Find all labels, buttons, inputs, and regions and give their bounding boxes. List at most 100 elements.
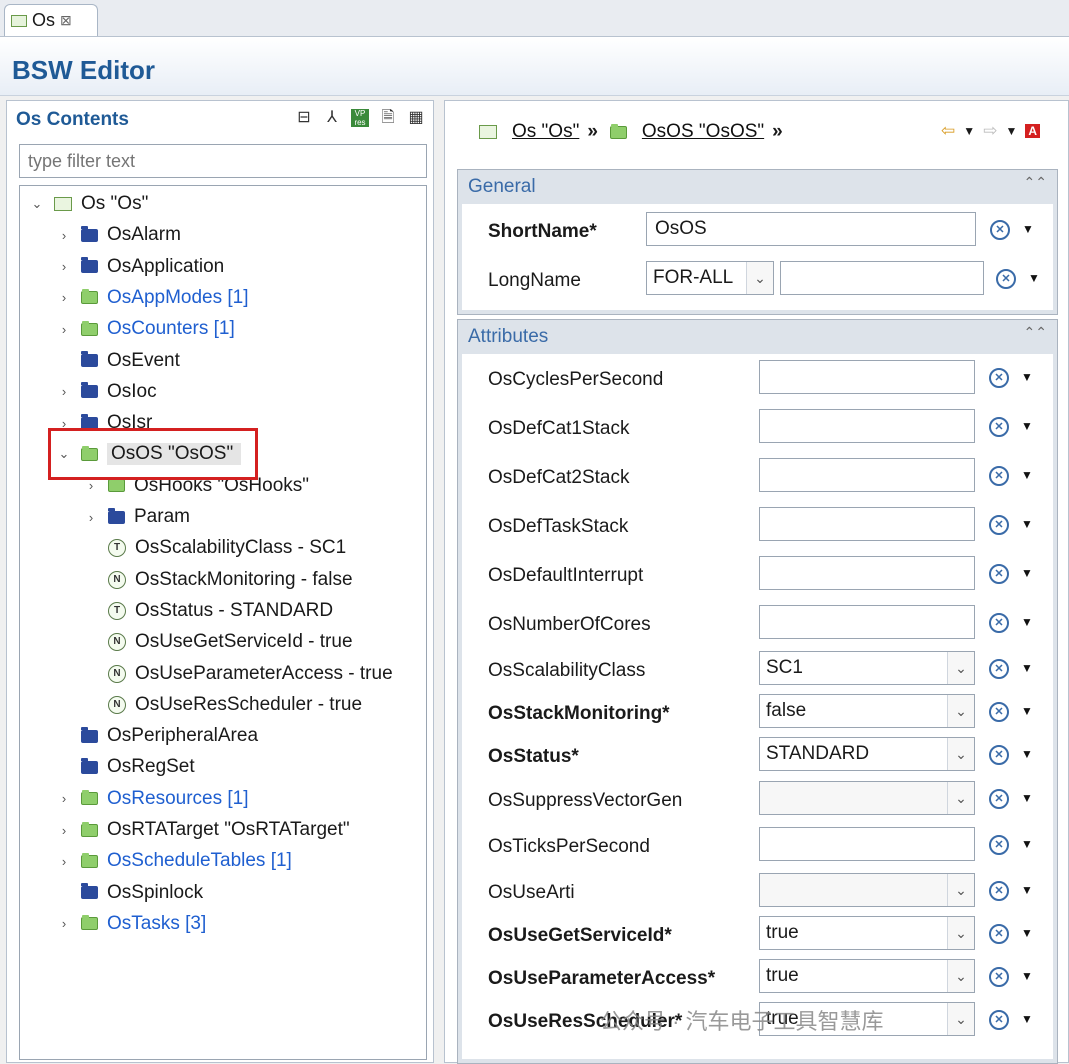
chevron-down-icon[interactable]: ⌄ — [947, 917, 974, 949]
reset-icon[interactable]: ✕ — [989, 515, 1009, 535]
reset-icon[interactable]: ✕ — [989, 564, 1009, 584]
chevron-down-icon[interactable]: ▼ — [1021, 566, 1033, 580]
chevron-down-icon[interactable]: ▼ — [1021, 883, 1033, 897]
attribute-select[interactable]: true ⌄ — [759, 916, 975, 950]
reset-icon[interactable]: ✕ — [989, 924, 1009, 944]
pdf-icon[interactable]: A — [1025, 124, 1040, 138]
chevron-down-icon[interactable]: ▼ — [1021, 370, 1033, 384]
tree-item[interactable]: › OsTasks [3] — [57, 910, 206, 938]
chevron-down-icon[interactable]: ▼ — [963, 124, 975, 138]
tree-item[interactable]: › OsAlarm — [57, 221, 181, 249]
tree-item[interactable]: T OsScalabilityClass - SC1 — [84, 534, 346, 562]
longname-language-select[interactable]: FOR-ALL ⌄ — [646, 261, 774, 295]
longname-field[interactable] — [780, 261, 984, 295]
chevron-down-icon[interactable]: ⌄ — [746, 262, 773, 294]
reset-icon[interactable]: ✕ — [989, 881, 1009, 901]
chevron-down-icon[interactable]: ▼ — [1021, 468, 1033, 482]
chevron-down-icon[interactable]: ⌄ — [947, 652, 974, 684]
tree-item[interactable]: N OsUseGetServiceId - true — [84, 628, 353, 656]
reset-icon[interactable]: ✕ — [990, 220, 1010, 240]
reset-icon[interactable]: ✕ — [989, 466, 1009, 486]
attribute-select[interactable]: false ⌄ — [759, 694, 975, 728]
chevron-right-icon[interactable]: › — [57, 791, 71, 806]
breadcrumb-os[interactable]: Os "Os" — [512, 121, 579, 143]
chevron-right-icon[interactable]: › — [57, 823, 71, 838]
tree-item[interactable]: › OsResources [1] — [57, 785, 249, 813]
link-icon[interactable]: ⅄ — [323, 109, 341, 127]
tree-item[interactable]: › Param — [84, 503, 190, 531]
tree-item[interactable]: › OsCounters [1] — [57, 315, 235, 343]
chevron-down-icon[interactable]: ▼ — [1021, 419, 1033, 433]
attribute-text-field[interactable] — [759, 409, 975, 443]
forward-icon[interactable]: ⇨ — [983, 121, 997, 141]
tree-item[interactable]: › OsIoc — [57, 378, 157, 406]
chevron-down-icon[interactable]: ⌄ — [947, 695, 974, 727]
attribute-text-field[interactable] — [759, 827, 975, 861]
chevron-right-icon[interactable]: › — [57, 916, 71, 931]
tree-item[interactable]: N OsUseParameterAccess - true — [84, 660, 393, 688]
attribute-select[interactable]: true ⌄ — [759, 959, 975, 993]
chevron-down-icon[interactable]: ▼ — [1028, 271, 1040, 285]
chevron-down-icon[interactable]: ▼ — [1021, 969, 1033, 983]
chevron-right-icon[interactable]: › — [84, 510, 98, 525]
tree-item[interactable]: › OsAppModes [1] — [57, 284, 249, 312]
chevron-down-icon[interactable]: ▼ — [1021, 704, 1033, 718]
document-icon[interactable]: 🗎 — [379, 109, 397, 127]
chevron-down-icon[interactable]: ▼ — [1021, 615, 1033, 629]
attribute-select[interactable]: STANDARD ⌄ — [759, 737, 975, 771]
tree-item[interactable]: OsEvent — [57, 347, 180, 375]
attribute-text-field[interactable] — [759, 360, 975, 394]
vp-res-icon[interactable]: VP res — [351, 109, 369, 127]
grid-icon[interactable]: ▦ — [407, 109, 425, 127]
chevron-down-icon[interactable]: ▼ — [1021, 837, 1033, 851]
chevron-down-icon[interactable]: ▼ — [1021, 661, 1033, 675]
collapse-icon[interactable]: ⌃⌃ — [1024, 174, 1047, 191]
chevron-down-icon[interactable]: ▼ — [1021, 747, 1033, 761]
contents-tree[interactable]: ⌄ Os "Os" › OsAlarm › OsApplication › OsAppMode… — [19, 185, 427, 1060]
chevron-down-icon[interactable]: ▼ — [1021, 517, 1033, 531]
reset-icon[interactable]: ✕ — [989, 1010, 1009, 1030]
chevron-down-icon[interactable]: ⌄ — [947, 874, 974, 906]
tree-item[interactable]: T OsStatus - STANDARD — [84, 597, 333, 625]
tree-item[interactable]: N OsUseResScheduler - true — [84, 691, 362, 719]
tree-item[interactable]: OsPeripheralArea — [57, 722, 258, 750]
chevron-down-icon[interactable]: ⌄ — [947, 738, 974, 770]
shortname-field[interactable]: OsOS — [646, 212, 976, 246]
reset-icon[interactable]: ✕ — [989, 967, 1009, 987]
chevron-down-icon[interactable]: ⌄ — [30, 196, 44, 212]
reset-icon[interactable]: ✕ — [989, 745, 1009, 765]
attribute-text-field[interactable] — [759, 556, 975, 590]
attributes-section-title[interactable]: Attributes — [468, 326, 548, 348]
tree-item[interactable]: › OsApplication — [57, 253, 224, 281]
tree-item[interactable]: › OsScheduleTables [1] — [57, 847, 292, 875]
collapse-all-icon[interactable]: ⊟ — [295, 109, 313, 127]
tree-item[interactable]: N OsStackMonitoring - false — [84, 566, 353, 594]
general-section-title[interactable]: General — [468, 176, 536, 198]
chevron-right-icon[interactable]: › — [57, 228, 71, 243]
chevron-right-icon[interactable]: › — [57, 290, 71, 305]
reset-icon[interactable]: ✕ — [989, 789, 1009, 809]
reset-icon[interactable]: ✕ — [989, 368, 1009, 388]
close-icon[interactable]: ⊠ — [60, 12, 72, 29]
tab-os[interactable]: Os ⊠ — [4, 4, 98, 36]
chevron-down-icon[interactable]: ▼ — [1005, 124, 1017, 138]
chevron-right-icon[interactable]: › — [57, 384, 71, 399]
chevron-right-icon[interactable]: › — [57, 259, 71, 274]
chevron-down-icon[interactable]: ▼ — [1021, 926, 1033, 940]
chevron-down-icon[interactable]: ⌄ — [947, 1003, 974, 1035]
back-icon[interactable]: ⇦ — [941, 121, 955, 141]
tree-item[interactable]: OsSpinlock — [57, 879, 203, 907]
tree-item[interactable]: ⌄ Os "Os" — [30, 190, 149, 218]
breadcrumb-osos[interactable]: OsOS "OsOS" — [642, 121, 764, 143]
attribute-select[interactable]: ⌄ — [759, 781, 975, 815]
attribute-text-field[interactable] — [759, 605, 975, 639]
collapse-icon[interactable]: ⌃⌃ — [1024, 324, 1047, 341]
attribute-select[interactable]: SC1 ⌄ — [759, 651, 975, 685]
tree-item[interactable]: OsRegSet — [57, 753, 195, 781]
chevron-right-icon[interactable]: › — [57, 322, 71, 337]
chevron-right-icon[interactable]: › — [57, 854, 71, 869]
chevron-down-icon[interactable]: ⌄ — [947, 782, 974, 814]
reset-icon[interactable]: ✕ — [989, 702, 1009, 722]
reset-icon[interactable]: ✕ — [996, 269, 1016, 289]
reset-icon[interactable]: ✕ — [989, 835, 1009, 855]
